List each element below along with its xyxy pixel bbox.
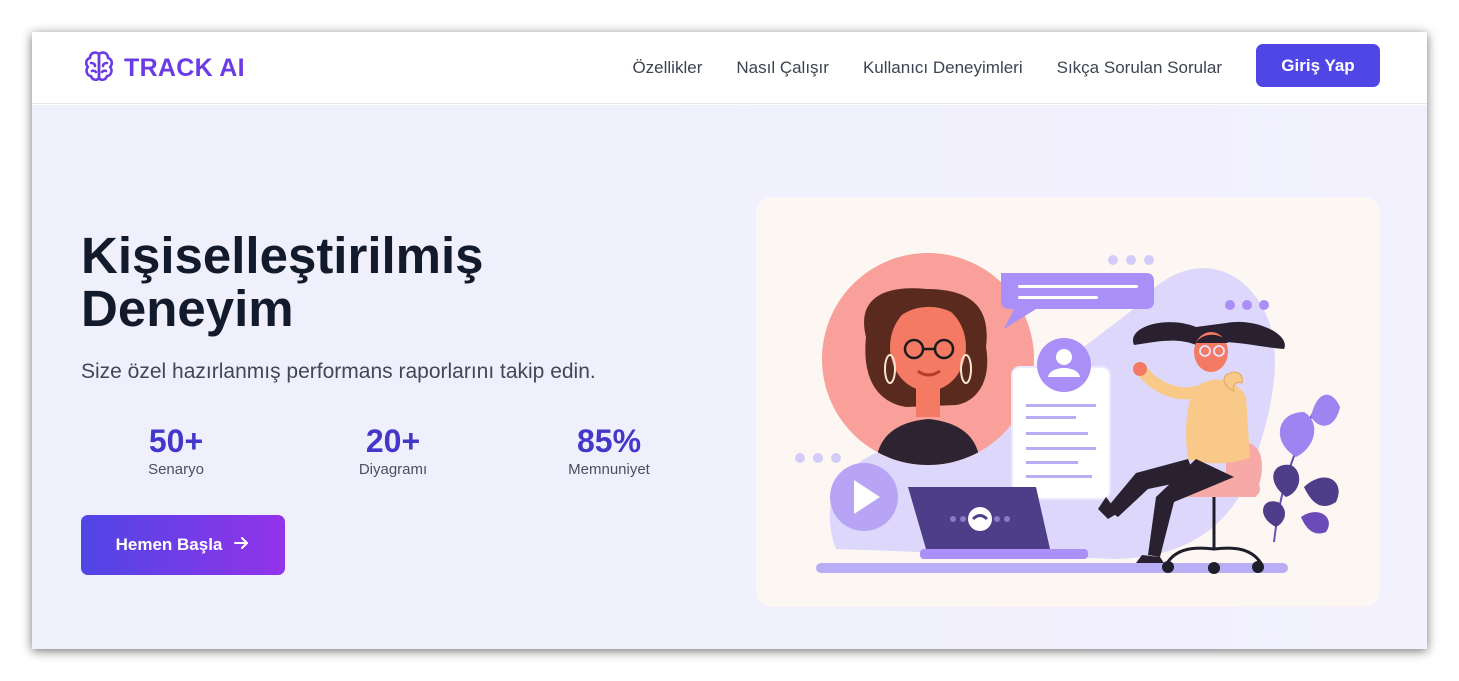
get-started-label: Hemen Başla bbox=[115, 535, 223, 554]
stat-satisfaction: 85% Memnuniyet bbox=[554, 423, 664, 478]
stat-label: Memnuniyet bbox=[568, 461, 650, 478]
illustration-card bbox=[756, 197, 1380, 607]
brand-name: TRACK AI bbox=[124, 53, 245, 82]
nav-links: Özellikler Nasıl Çalışır Kullanıcı Deney… bbox=[632, 32, 1222, 104]
stat-diagrams: 20+ Diyagramı bbox=[343, 423, 443, 478]
stat-value: 20+ bbox=[365, 423, 421, 459]
get-started-button[interactable]: Hemen Başla bbox=[81, 515, 285, 575]
stat-scenarios: 50+ Senaryo bbox=[136, 423, 216, 478]
nav-link-features[interactable]: Özellikler bbox=[632, 58, 702, 78]
brain-icon bbox=[82, 49, 116, 88]
nav-link-faq[interactable]: Sıkça Sorulan Sorular bbox=[1057, 58, 1222, 78]
arrow-right-icon bbox=[232, 534, 250, 557]
nav-link-how-it-works[interactable]: Nasıl Çalışır bbox=[736, 58, 829, 78]
stat-label: Diyagramı bbox=[358, 461, 428, 478]
stat-label: Senaryo bbox=[148, 461, 204, 478]
nav-link-testimonials[interactable]: Kullanıcı Deneyimleri bbox=[863, 58, 1023, 78]
stat-value: 85% bbox=[576, 423, 642, 459]
login-button[interactable]: Giriş Yap bbox=[1256, 44, 1380, 87]
hero-title: Kişiselleştirilmiş Deneyim bbox=[81, 227, 484, 337]
stat-value: 50+ bbox=[148, 423, 204, 459]
brand-logo[interactable]: TRACK AI bbox=[82, 50, 245, 86]
top-navbar: TRACK AI Özellikler Nasıl Çalışır Kullan… bbox=[32, 32, 1427, 104]
hero-subtitle: Size özel hazırlanmış performans raporla… bbox=[81, 360, 596, 383]
hero-section: Kişiselleştirilmiş Deneyim Size özel haz… bbox=[32, 105, 1427, 649]
video-call-illustration bbox=[795, 253, 1340, 574]
app-window: TRACK AI Özellikler Nasıl Çalışır Kullan… bbox=[32, 32, 1427, 649]
